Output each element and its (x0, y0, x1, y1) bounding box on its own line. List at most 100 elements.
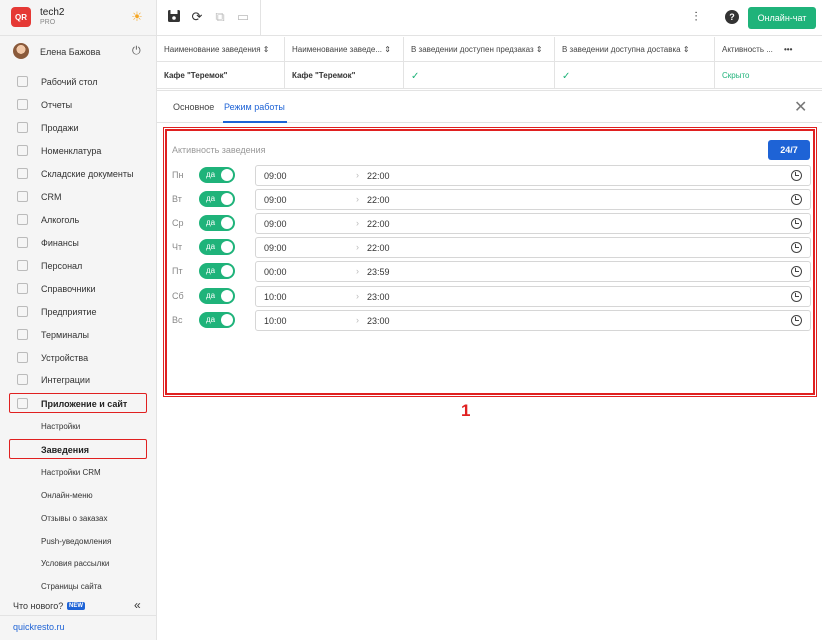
day-toggle[interactable]: да (199, 191, 235, 207)
sidebar-subitem-venues[interactable]: Заведения (0, 439, 157, 461)
time-from: 10:00 (264, 292, 287, 302)
user-profile[interactable]: Елена Бажова ⏻ (0, 40, 157, 66)
toggle-label: да (206, 242, 216, 251)
sidebar-item-directories[interactable]: Справочники (0, 278, 157, 300)
sidebar-item-devices[interactable]: Устройства (0, 347, 157, 369)
day-toggle[interactable]: да (199, 263, 235, 279)
arrow-icon: › (356, 170, 359, 180)
day-label: Пт (172, 266, 183, 276)
sidebar-item-label: Финансы (41, 238, 79, 248)
column-header-name[interactable]: Наименование заведения ⇕ (157, 37, 285, 62)
sidebar-item-nomenclature[interactable]: Номенклатура (0, 140, 157, 162)
day-toggle[interactable]: да (199, 312, 235, 328)
column-header-name-2[interactable]: Наименование заведе... ⇕ (285, 37, 404, 62)
day-label: Вс (172, 315, 183, 325)
toolbar-divider (260, 0, 261, 36)
more-options-icon[interactable]: ••• (777, 37, 807, 62)
time-range-input[interactable]: 00:00 › 23:59 (255, 261, 811, 282)
preorder-check-icon: ✓ (404, 62, 555, 89)
column-header-delivery[interactable]: В заведении доступна доставка ⇕ (555, 37, 715, 62)
sidebar-item-label: Алкоголь (41, 215, 80, 225)
site-link[interactable]: quickresto.ru (13, 622, 65, 632)
time-range-input[interactable]: 09:00 › 22:00 (255, 213, 811, 234)
tab-schedule[interactable]: Режим работы (224, 102, 285, 112)
clock-icon[interactable] (791, 315, 802, 326)
time-from: 09:00 (264, 171, 287, 181)
toggle-knob (221, 314, 233, 326)
sidebar-subitem-push[interactable]: Push-уведомления (0, 531, 157, 553)
toggle-knob (221, 193, 233, 205)
top-toolbar: ⟳ ⧉ ▭ ⫶ ? Онлайн-чат (157, 0, 822, 36)
online-chat-button[interactable]: Онлайн-чат (748, 7, 816, 29)
column-header-activity[interactable]: Активность ... (715, 37, 777, 62)
time-to: 23:59 (367, 267, 390, 277)
copy-icon[interactable]: ⧉ (212, 9, 228, 25)
clock-icon[interactable] (791, 266, 802, 277)
save-icon[interactable] (166, 9, 182, 25)
close-icon[interactable]: ✕ (794, 97, 807, 117)
sidebar-item-reports[interactable]: Отчеты (0, 94, 157, 116)
tab-basic[interactable]: Основное (173, 102, 214, 112)
sidebar-subitem-crm-settings[interactable]: Настройки CRM (0, 462, 157, 484)
time-from: 10:00 (264, 316, 287, 326)
sidebar-item-enterprise[interactable]: Предприятие (0, 301, 157, 323)
sidebar-item-terminals[interactable]: Терминалы (0, 324, 157, 346)
day-label: Вт (172, 194, 182, 204)
sidebar-subitem-settings[interactable]: Настройки (0, 416, 157, 438)
sidebar-item-integrations[interactable]: Интеграции (0, 369, 157, 391)
logout-power-icon[interactable]: ⏻ (132, 45, 141, 58)
inbox-icon[interactable]: ▭ (235, 9, 251, 25)
tab-bar: Основное Режим работы ✕ (157, 91, 822, 123)
day-toggle[interactable]: да (199, 167, 235, 183)
clock-icon[interactable] (791, 194, 802, 205)
help-icon[interactable]: ? (725, 10, 739, 24)
sidebar-item-label: Продажи (41, 123, 79, 133)
glass-icon (17, 214, 28, 225)
time-range-input[interactable]: 09:00 › 22:00 (255, 237, 811, 258)
sidebar-item-warehouse[interactable]: Складские документы (0, 163, 157, 185)
sidebar-item-desktop[interactable]: Рабочий стол (0, 71, 157, 93)
column-settings-icon[interactable]: ⫶ (688, 9, 704, 25)
sidebar-subitem-label: Страницы сайта (41, 582, 102, 591)
sidebar-divider (0, 615, 157, 616)
sidebar-item-alcohol[interactable]: Алкоголь (0, 209, 157, 231)
column-header-preorder[interactable]: В заведении доступен предзаказ ⇕ (404, 37, 555, 62)
sidebar-item-crm[interactable]: CRM (0, 186, 157, 208)
day-toggle[interactable]: да (199, 288, 235, 304)
clock-icon[interactable] (791, 170, 802, 181)
whats-new-link[interactable]: Что нового? (13, 601, 63, 611)
sidebar-item-staff[interactable]: Персонал (0, 255, 157, 277)
brand-header: QR tech2 PRO ☀ (0, 0, 157, 36)
sidebar-subitem-label: Настройки CRM (41, 468, 101, 477)
toggle-knob (221, 241, 233, 253)
collapse-sidebar-icon[interactable]: « (134, 598, 141, 612)
time-range-input[interactable]: 09:00 › 22:00 (255, 189, 811, 210)
sidebar-subitem-label: Условия рассылки (41, 559, 110, 568)
set-247-button[interactable]: 24/7 (768, 140, 810, 160)
clock-icon[interactable] (791, 242, 802, 253)
sidebar-item-label: Номенклатура (41, 146, 102, 156)
sidebar-item-label: Персонал (41, 261, 83, 271)
sidebar-subitem-mailing[interactable]: Условия рассылки (0, 553, 157, 575)
sidebar-subitem-online-menu[interactable]: Онлайн-меню (0, 485, 157, 507)
link-icon (17, 374, 28, 385)
time-range-input[interactable]: 10:00 › 23:00 (255, 286, 811, 307)
time-range-input[interactable]: 10:00 › 23:00 (255, 310, 811, 331)
refresh-icon[interactable]: ⟳ (189, 9, 205, 25)
basket-icon (17, 122, 28, 133)
day-toggle[interactable]: да (199, 215, 235, 231)
table-row[interactable]: Кафе "Теремок" Кафе "Теремок" ✓ ✓ Скрыто (157, 62, 822, 89)
day-toggle[interactable]: да (199, 239, 235, 255)
sidebar-item-finance[interactable]: Финансы (0, 232, 157, 254)
clock-icon[interactable] (791, 291, 802, 302)
arrow-icon: › (356, 194, 359, 204)
sidebar-item-app-site[interactable]: Приложение и сайт (0, 393, 157, 415)
theme-sun-icon[interactable]: ☀ (130, 10, 144, 24)
day-row-thu: Чт да 09:00 › 22:00 (167, 237, 817, 259)
time-range-input[interactable]: 09:00 › 22:00 (255, 165, 811, 186)
sidebar-subitem-site-pages[interactable]: Страницы сайта (0, 576, 157, 598)
clock-icon[interactable] (791, 218, 802, 229)
sidebar-item-sales[interactable]: Продажи (0, 117, 157, 139)
toggle-label: да (206, 170, 216, 179)
sidebar-subitem-reviews[interactable]: Отзывы о заказах (0, 508, 157, 530)
